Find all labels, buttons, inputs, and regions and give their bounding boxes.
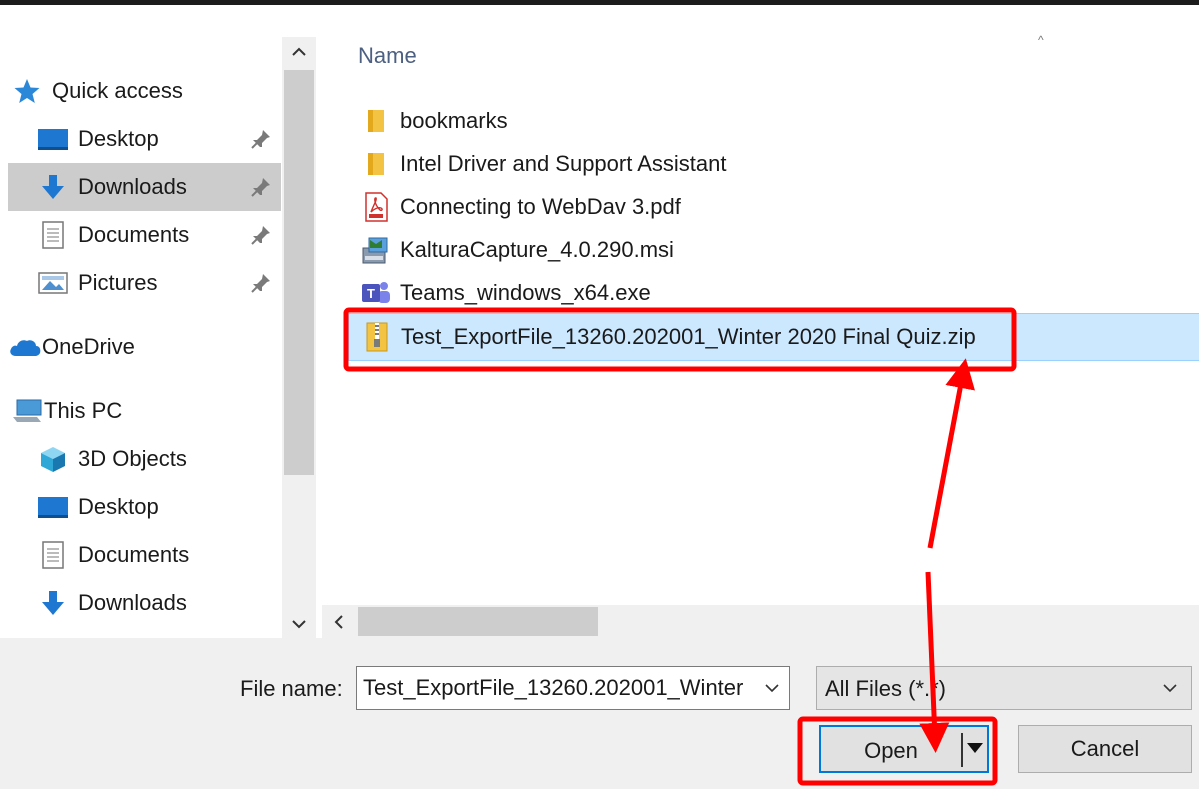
pin-icon[interactable] [249,175,273,199]
navigation-pane: Quick access Desktop Downloads Documents [0,5,322,638]
nav-label: Desktop [78,494,159,519]
file-name: Test_ExportFile_13260.202001_Winter 2020… [401,324,976,349]
nav-desktop-pc[interactable]: Desktop [8,483,281,531]
nav-vertical-scrollbar[interactable] [282,37,316,638]
file-type-dropdown[interactable]: All Files (*.*) [816,666,1192,710]
file-row-selected[interactable]: Test_ExportFile_13260.202001_Winter 2020… [348,313,1199,361]
nav-label: Desktop [78,126,159,151]
cloud-icon [8,332,42,362]
nav-downloads-pc[interactable]: Downloads [8,579,281,627]
installer-icon [358,233,394,267]
nav-this-pc[interactable]: This PC [8,387,281,435]
nav-desktop-quick[interactable]: Desktop [8,115,281,163]
scroll-left-icon[interactable] [322,605,356,638]
nav-onedrive[interactable]: OneDrive [8,323,281,371]
scroll-down-icon[interactable] [282,609,316,638]
chevron-down-icon[interactable] [761,677,783,699]
nav-label: Pictures [78,270,158,295]
nav-label: 3D Objects [78,446,187,471]
chevron-down-icon [1159,677,1181,699]
file-row[interactable]: KalturaCapture_4.0.290.msi [348,229,1199,271]
teams-icon: T [358,276,394,310]
nav-documents-quick[interactable]: Documents [8,211,281,259]
nav-label: Quick access [52,78,183,103]
file-name: Intel Driver and Support Assistant [400,151,727,176]
pin-icon[interactable] [249,127,273,151]
document-icon [36,540,70,570]
file-row[interactable]: Connecting to WebDav 3.pdf [348,186,1199,228]
nav-documents-pc[interactable]: Documents [8,531,281,579]
nav-label: Documents [78,542,190,567]
file-name-input[interactable] [363,673,753,703]
file-name: bookmarks [400,108,508,133]
svg-text:T: T [367,286,375,301]
dialog-bottom-bar: File name: All Files (*.*) Open Cancel [0,638,1199,789]
file-name: Teams_windows_x64.exe [400,280,651,305]
open-button-label: Open [864,738,918,763]
download-arrow-icon [36,588,70,618]
file-type-value: All Files (*.*) [825,676,947,701]
nav-pictures-quick[interactable]: Pictures [8,259,281,307]
pictures-icon [36,268,70,298]
pin-icon[interactable] [249,271,273,295]
desktop-icon [36,124,70,154]
file-name-label: File name: [240,676,343,701]
split-divider [961,733,963,767]
file-row[interactable]: T Teams_windows_x64.exe [348,272,1199,314]
file-name: Connecting to WebDav 3.pdf [400,194,681,219]
nav-label: Downloads [78,590,187,615]
file-name-combobox[interactable] [356,666,790,710]
pdf-icon [358,190,394,224]
nav-3d-objects[interactable]: 3D Objects [8,435,281,483]
nav-label: OneDrive [42,334,135,359]
scrollbar-thumb[interactable] [284,70,314,475]
document-icon [36,220,70,250]
nav-label: Downloads [78,174,187,199]
pin-icon[interactable] [249,223,273,247]
computer-icon [10,396,44,426]
file-list-horizontal-scrollbar[interactable] [322,605,1199,638]
open-button[interactable]: Open [819,725,989,773]
file-row[interactable]: bookmarks [348,100,1199,142]
nav-label: Documents [78,222,190,247]
cancel-button[interactable]: Cancel [1018,725,1192,773]
zip-icon [359,320,395,354]
file-name: KalturaCapture_4.0.290.msi [400,237,674,262]
download-arrow-icon [36,172,70,202]
file-row[interactable]: Intel Driver and Support Assistant [348,143,1199,185]
scrollbar-thumb[interactable] [358,607,598,636]
nav-label: This PC [44,398,123,423]
star-icon [10,76,44,106]
file-list: Name ^ bookmarks Intel Driver and Suppor… [322,5,1199,605]
column-header-name[interactable]: Name [358,43,417,69]
folder-icon [358,147,394,181]
nav-quick-access[interactable]: Quick access [8,67,281,115]
folder-icon [358,104,394,138]
scroll-up-icon[interactable] [282,37,316,67]
dropdown-arrow-icon[interactable] [967,743,983,753]
desktop-icon [36,492,70,522]
nav-downloads-quick[interactable]: Downloads [8,163,281,211]
cube-icon [36,444,70,474]
sort-caret-icon: ^ [1038,33,1044,47]
